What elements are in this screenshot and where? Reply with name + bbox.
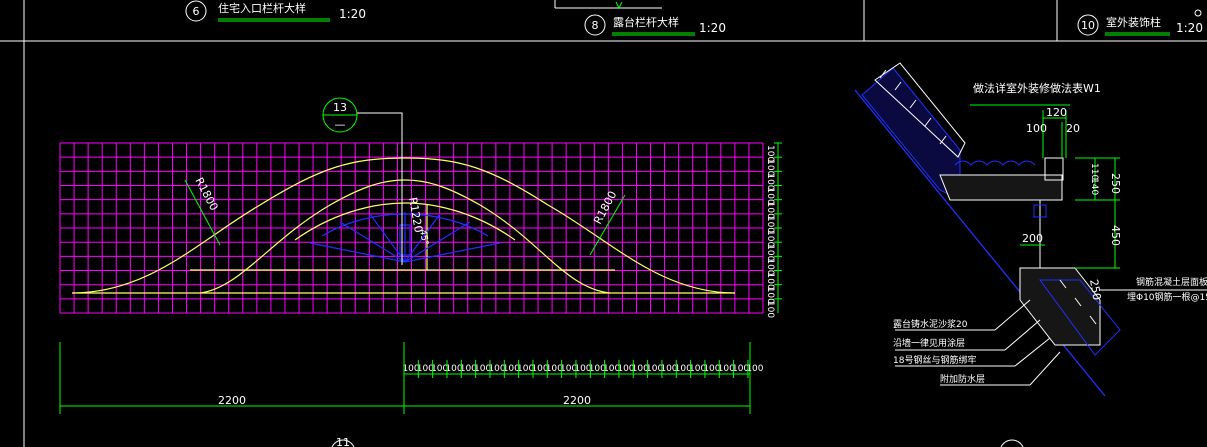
- elevation-vertical-dims: 100100100100100100100100100100100100: [765, 142, 782, 318]
- detail-title: 露台栏杆大样: [613, 15, 679, 29]
- grid-dim-labels: 1001001001001001001001001001001001001001…: [402, 360, 764, 378]
- dim-text: 250: [1109, 173, 1122, 194]
- layer-note: 18号钢丝与钢筋绑牢: [893, 354, 976, 366]
- layer-note: 附加防水层: [940, 373, 985, 385]
- dim-text: 450: [1109, 225, 1122, 246]
- footer-callout-number: 11: [336, 436, 350, 447]
- dim-text: 200: [1022, 232, 1043, 245]
- cad-drawing: 6 住宅入口栏杆大样 1:20 8 露台栏杆大样 1:20 10 室外装饰柱 1…: [0, 0, 1207, 447]
- header-cell-10: 10 室外装饰柱 1:20: [1077, 9, 1203, 36]
- dim-text: 20: [1066, 122, 1080, 135]
- detail-number: 6: [193, 5, 200, 18]
- detail-scale: 1:20: [699, 21, 726, 35]
- detail-scale: 1:20: [339, 7, 366, 21]
- break-mark: [615, 1, 623, 10]
- rebar-note: 埋Φ10钢筋一根@1500: [1127, 291, 1207, 303]
- fan-ornament: [309, 212, 501, 263]
- grid-dim-text: 100: [765, 301, 775, 318]
- elevation-bottom-dims: 2200 2200 100100100100100100100100100100…: [59, 342, 764, 414]
- callout-bottom: —: [335, 118, 346, 131]
- header-cell-8: 8 露台栏杆大样 1:20: [584, 1, 726, 36]
- footer-callouts: 11: [331, 436, 1024, 447]
- radius-label: R1800: [591, 189, 619, 227]
- detail-number: 10: [1081, 19, 1095, 32]
- detail-scale: 1:20: [1176, 21, 1203, 35]
- rebar-note: 钢筋混凝土层面板内预: [1136, 276, 1207, 288]
- layer-note: 露台铸水泥沙浆20: [893, 318, 968, 330]
- overall-dim-text: 2200: [218, 394, 246, 407]
- gutter-tiles: [954, 160, 1036, 166]
- corner-mark: [1194, 9, 1202, 17]
- dim-text: 120: [1046, 106, 1067, 119]
- overall-dim-text: 2200: [563, 394, 591, 407]
- layer-note: 沿墙一律见用涂层: [893, 337, 965, 349]
- detail-number: 8: [592, 19, 599, 32]
- callout-circle: [1000, 439, 1024, 447]
- top-note: 做法详室外装修做法表W1: [973, 81, 1101, 95]
- grid-dim-text: 100: [746, 364, 763, 374]
- roof-section-detail: 120 100 20 110 140 250 450 200 250 做法详室外…: [854, 62, 1207, 397]
- detail-title: 住宅入口栏杆大样: [218, 1, 306, 15]
- gutter-beam: [939, 174, 1063, 201]
- dim-text: 140: [1089, 178, 1099, 195]
- radius-label: R1800: [192, 175, 220, 213]
- dim-text: 100: [1026, 122, 1047, 135]
- header-cell-6: 6 住宅入口栏杆大样 1:20: [185, 0, 366, 22]
- callout-top: 13: [333, 101, 347, 114]
- detail-title: 室外装饰柱: [1106, 15, 1161, 29]
